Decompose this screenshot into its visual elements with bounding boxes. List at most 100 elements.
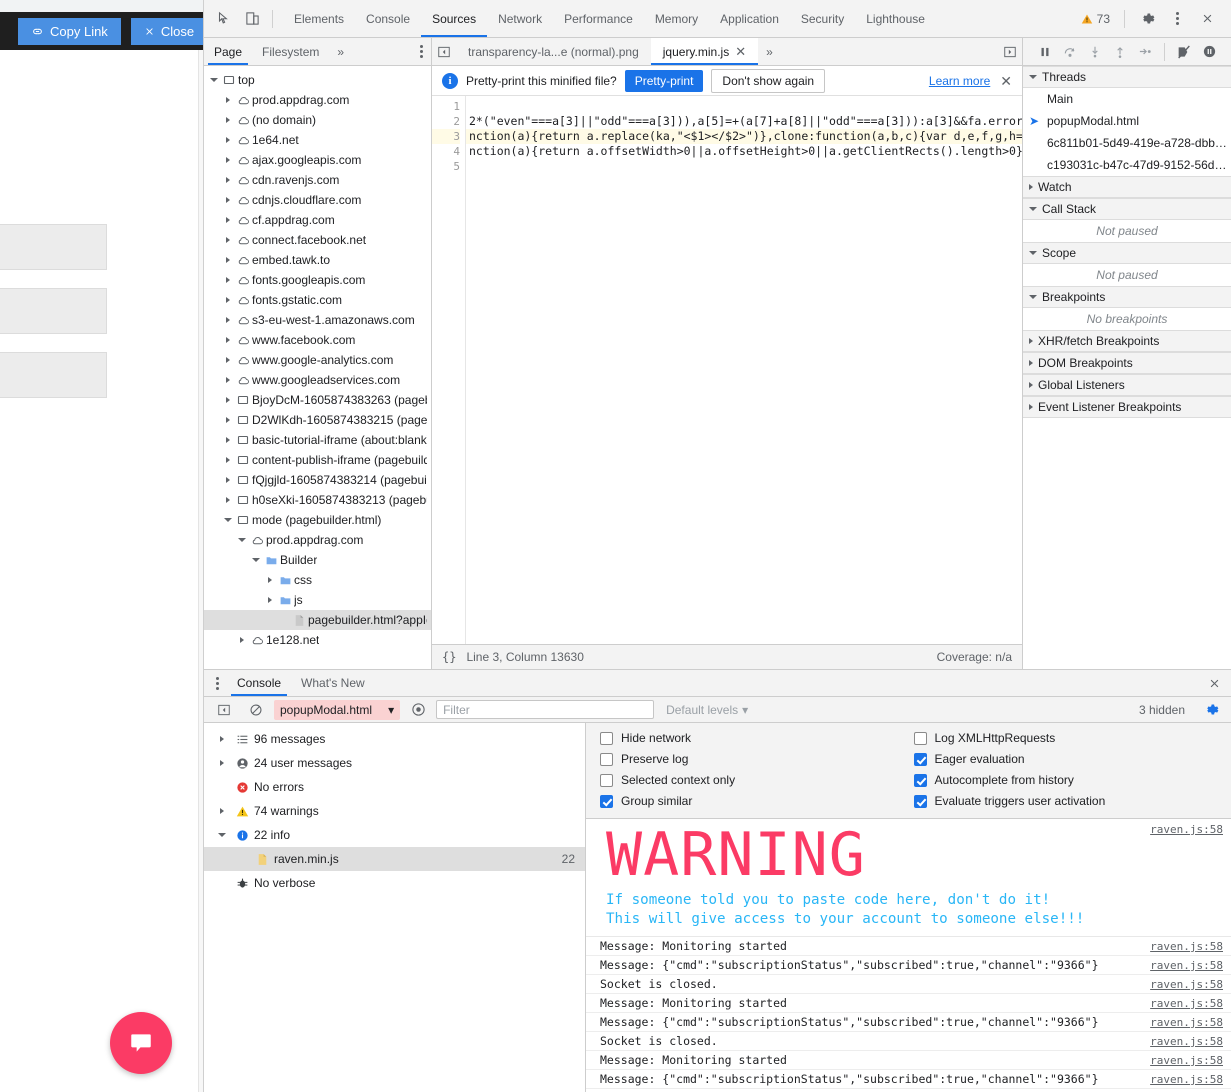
tab-security[interactable]: Security xyxy=(790,0,855,37)
console-source-link[interactable]: raven.js:58 xyxy=(1138,1054,1223,1067)
code-line[interactable]: nction(a){return a.replace(ka,"<$1></$2>… xyxy=(466,129,1022,144)
chevron-right-icon[interactable] xyxy=(222,197,234,203)
console-source-link[interactable]: raven.js:58 xyxy=(1138,1073,1223,1086)
code-line[interactable]: 2*("even"===a[3]||"odd"===a[3])),a[5]=+(… xyxy=(466,114,1022,129)
tree-row[interactable]: (no domain) xyxy=(204,110,431,130)
chevron-right-icon[interactable] xyxy=(222,277,234,283)
chevron-right-icon[interactable] xyxy=(222,397,234,403)
chevron-down-icon[interactable] xyxy=(214,833,230,837)
line-number[interactable]: 4 xyxy=(432,144,460,159)
code-line[interactable] xyxy=(466,159,1022,174)
navigator-kebab-icon[interactable] xyxy=(412,38,431,65)
chevron-right-icon[interactable] xyxy=(222,237,234,243)
clear-console-icon[interactable] xyxy=(242,696,270,724)
thread-item-worker-2[interactable]: c193031c-b47c-47d9-9152-56d… xyxy=(1023,154,1231,176)
chat-bubble-icon[interactable] xyxy=(110,1012,172,1074)
tab-lighthouse[interactable]: Lighthouse xyxy=(855,0,936,37)
tree-row[interactable]: top xyxy=(204,70,431,90)
code-line[interactable]: nction(a){return a.offsetWidth>0||a.offs… xyxy=(466,144,1022,159)
thread-item-main[interactable]: Main xyxy=(1023,88,1231,110)
console-context-selector[interactable]: popupModal.html ▾ xyxy=(274,699,401,720)
chevron-right-icon[interactable] xyxy=(222,157,234,163)
console-sidebar-item[interactable]: 74 warnings xyxy=(204,799,585,823)
checkbox[interactable] xyxy=(913,731,927,745)
checkbox[interactable] xyxy=(600,773,613,787)
warning-count-badge[interactable]: 73 xyxy=(1075,12,1116,26)
infobar-close-icon[interactable]: ✕ xyxy=(1000,74,1012,88)
console-source-link[interactable]: raven.js:58 xyxy=(1138,940,1223,953)
tree-row[interactable]: pagebuilder.html?appId=e xyxy=(204,610,431,630)
nav-tab-filesystem[interactable]: Filesystem xyxy=(252,38,329,65)
setting-autocomplete-from-history[interactable]: Autocomplete from history xyxy=(913,773,1218,787)
tree-row[interactable]: cdnjs.cloudflare.com xyxy=(204,190,431,210)
setting-eager-evaluation[interactable]: Eager evaluation xyxy=(913,752,1218,766)
console-sidebar-item[interactable]: No verbose xyxy=(204,871,585,895)
tab-elements[interactable]: Elements xyxy=(283,0,355,37)
console-sidebar-item[interactable]: 24 user messages xyxy=(204,751,585,775)
section-breakpoints[interactable]: Breakpoints xyxy=(1023,286,1231,308)
nav-tab-page[interactable]: Page xyxy=(204,38,252,65)
tab-console[interactable]: Console xyxy=(355,0,421,37)
tree-row[interactable]: content-publish-iframe (pagebuilder.html… xyxy=(204,450,431,470)
checkbox[interactable] xyxy=(600,731,613,745)
pretty-print-button[interactable]: Pretty-print xyxy=(624,69,704,92)
tree-row[interactable]: www.googleadservices.com xyxy=(204,370,431,390)
step-icon[interactable] xyxy=(1133,40,1157,64)
tree-row[interactable]: connect.facebook.net xyxy=(204,230,431,250)
kebab-menu-icon[interactable] xyxy=(1163,5,1191,33)
console-sidebar-item[interactable]: 96 messages xyxy=(204,727,585,751)
setting-log-xhr[interactable]: Log XMLHttpRequests xyxy=(913,731,1218,745)
section-watch[interactable]: Watch xyxy=(1023,176,1231,198)
line-number[interactable]: 1 xyxy=(432,99,460,114)
tree-row[interactable]: js xyxy=(204,590,431,610)
console-sidebar-item[interactable]: No errors xyxy=(204,775,585,799)
thread-item-popupmodal[interactable]: ➤ popupModal.html xyxy=(1023,110,1231,132)
device-toolbar-icon[interactable] xyxy=(238,5,266,33)
code-lines[interactable]: 2*("even"===a[3]||"odd"===a[3])),a[5]=+(… xyxy=(466,96,1022,644)
deactivate-breakpoints-icon[interactable] xyxy=(1172,40,1196,64)
tree-row[interactable]: cf.appdrag.com xyxy=(204,210,431,230)
checkbox[interactable] xyxy=(600,752,613,766)
live-expression-icon[interactable] xyxy=(404,696,432,724)
tree-row[interactable]: fonts.googleapis.com xyxy=(204,270,431,290)
chevron-right-icon[interactable] xyxy=(222,317,234,323)
learn-more-link[interactable]: Learn more xyxy=(929,74,990,88)
tree-row[interactable]: 1e128.net xyxy=(204,630,431,650)
tree-row[interactable]: prod.appdrag.com xyxy=(204,530,431,550)
setting-hide-network[interactable]: Hide network xyxy=(600,731,904,745)
tree-row[interactable]: basic-tutorial-iframe (about:blank) xyxy=(204,430,431,450)
console-source-link[interactable]: raven.js:58 xyxy=(1138,1035,1223,1048)
chevron-right-icon[interactable] xyxy=(264,577,276,583)
inspect-element-icon[interactable] xyxy=(210,5,238,33)
tree-row[interactable]: prod.appdrag.com xyxy=(204,90,431,110)
console-sidebar-item[interactable]: 22 info xyxy=(204,823,585,847)
drawer-close-icon[interactable] xyxy=(1198,670,1231,696)
line-number[interactable]: 3 xyxy=(432,129,460,144)
chevron-right-icon[interactable] xyxy=(222,357,234,363)
step-over-icon[interactable] xyxy=(1058,40,1082,64)
line-number[interactable]: 5 xyxy=(432,159,460,174)
chevron-right-icon[interactable] xyxy=(222,257,234,263)
chevron-down-icon[interactable] xyxy=(250,558,262,562)
tree-row[interactable]: www.facebook.com xyxy=(204,330,431,350)
drawer-kebab-icon[interactable] xyxy=(208,670,227,696)
tabstrip-scroll-left-icon[interactable] xyxy=(432,38,456,65)
tabstrip-scroll-right-icon[interactable] xyxy=(998,38,1022,65)
checkbox[interactable] xyxy=(913,752,927,766)
chevron-right-icon[interactable] xyxy=(222,177,234,183)
tree-row[interactable]: css xyxy=(204,570,431,590)
setting-group-similar[interactable]: Group similar xyxy=(600,794,904,808)
navigator-file-tree[interactable]: top prod.appdrag.com (no domain) 1e64.net aj… xyxy=(204,66,432,669)
console-source-link[interactable]: raven.js:58 xyxy=(1150,823,1223,836)
console-log-levels-selector[interactable]: Default levels ▾ xyxy=(658,703,756,717)
console-sidebar[interactable]: 96 messages 24 user messages No errors 74 w… xyxy=(204,723,586,1092)
console-filter-input[interactable] xyxy=(436,700,655,719)
pause-on-exceptions-icon[interactable] xyxy=(1197,40,1221,64)
tree-row[interactable]: fQjgjld-1605874383214 (pagebuilder.html) xyxy=(204,470,431,490)
tree-row[interactable]: ajax.googleapis.com xyxy=(204,150,431,170)
more-nav-tabs-icon[interactable]: » xyxy=(329,38,352,65)
console-source-link[interactable]: raven.js:58 xyxy=(1138,997,1223,1010)
chevron-right-icon[interactable] xyxy=(214,808,230,814)
editor-tab-close-icon[interactable]: ✕ xyxy=(735,45,746,58)
tree-row[interactable]: Builder xyxy=(204,550,431,570)
